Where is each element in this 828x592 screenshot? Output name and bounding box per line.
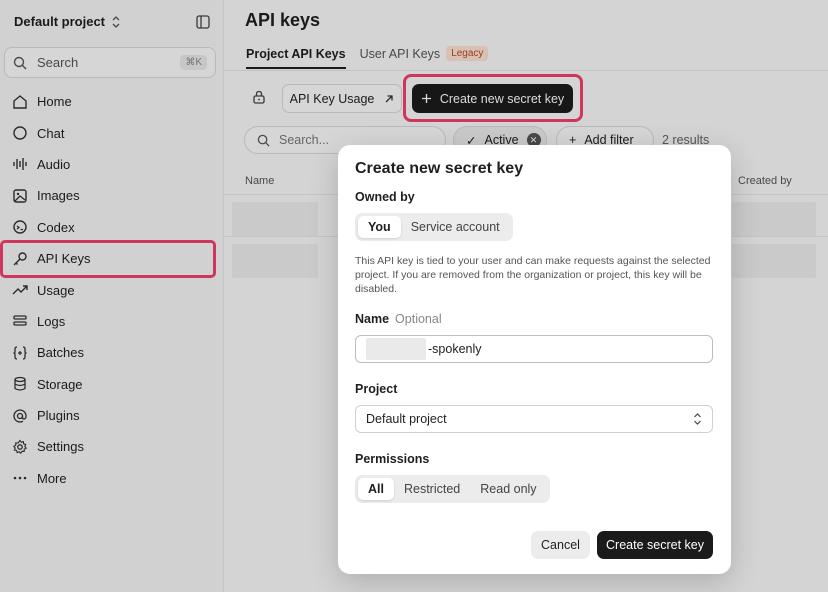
create-secret-key-dialog: Create new secret key Owned by You Servi… xyxy=(338,145,731,574)
cancel-button[interactable]: Cancel xyxy=(531,531,590,559)
dialog-title: Create new secret key xyxy=(355,160,524,177)
project-select-value: Default project xyxy=(366,412,447,426)
permission-option-all[interactable]: All xyxy=(358,478,394,500)
redacted-text xyxy=(366,338,426,360)
permissions-toggle: All Restricted Read only xyxy=(355,475,550,503)
permissions-label: Permissions xyxy=(355,452,430,466)
name-label: Name xyxy=(355,312,390,326)
project-select[interactable]: Default project xyxy=(355,405,713,433)
owned-option-service-account[interactable]: Service account xyxy=(401,216,510,238)
owned-option-you[interactable]: You xyxy=(358,216,401,238)
permission-option-restricted[interactable]: Restricted xyxy=(394,478,470,500)
permission-option-read-only[interactable]: Read only xyxy=(470,478,546,500)
create-secret-key-button[interactable]: Create secret key xyxy=(597,531,713,559)
name-optional-hint: Optional xyxy=(395,312,442,326)
project-label: Project xyxy=(355,382,398,396)
chevron-updown-icon xyxy=(694,413,701,425)
name-input-value: -spokenly xyxy=(428,342,482,356)
name-label-row: Name Optional xyxy=(355,312,442,326)
owner-description: This API key is tied to your user and ca… xyxy=(355,255,711,295)
owned-by-label: Owned by xyxy=(355,190,415,204)
name-input[interactable]: -spokenly xyxy=(355,335,713,363)
owned-by-toggle: You Service account xyxy=(355,213,513,241)
